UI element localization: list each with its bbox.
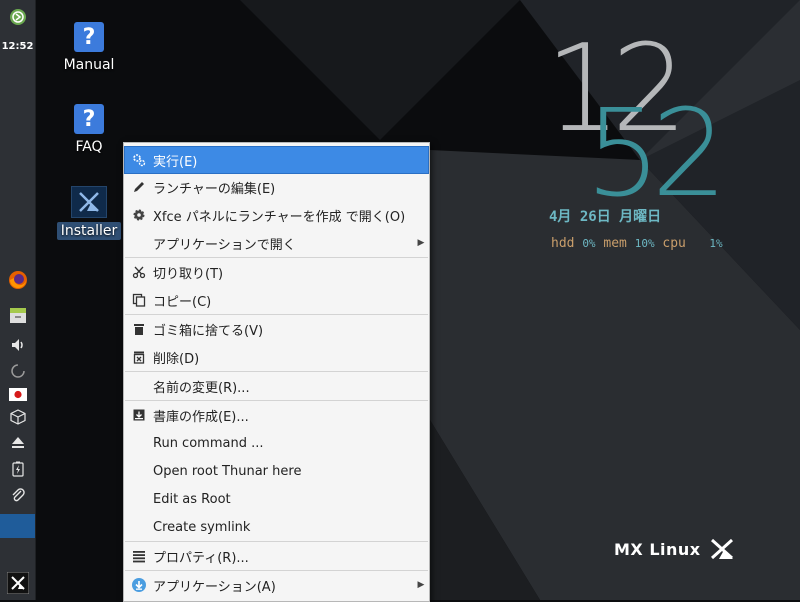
settings-gear-icon — [125, 202, 153, 228]
conky-minute: 52 — [585, 85, 728, 224]
desktop-icon-label: Installer — [56, 222, 122, 240]
network-spinner-icon[interactable] — [0, 360, 35, 382]
menu-item-label: プロパティ(R)... — [153, 550, 249, 566]
properties-list-icon — [125, 543, 153, 569]
package-box-icon[interactable] — [0, 406, 35, 428]
mx-updater-icon[interactable] — [0, 6, 35, 28]
menu-item-open-with[interactable]: アプリケーションで開く ▶ — [125, 230, 428, 256]
panel-clock[interactable]: 12:52 — [0, 38, 35, 54]
menu-item-label: アプリケーションで開く — [153, 237, 296, 253]
menu-item-run-command[interactable]: Run command ... — [125, 430, 428, 456]
menu-separator — [125, 400, 428, 401]
mem-value: 10% — [634, 237, 655, 250]
blank-icon-slot — [125, 373, 153, 399]
menu-item-label: 名前の変更(R)... — [153, 380, 250, 396]
mem-label: mem — [603, 236, 627, 251]
menu-item-create-archive[interactable]: 書庫の作成(E)... — [125, 402, 428, 428]
help-question-icon: ? — [74, 104, 104, 134]
menu-item-label: 削除(D) — [153, 351, 200, 367]
menu-separator — [125, 314, 428, 315]
keyboard-layout-jp-icon[interactable] — [0, 384, 35, 404]
pencil-edit-icon — [125, 174, 153, 200]
menu-item-create-panel-launcher[interactable]: Xfce パネルにランチャーを作成 で開く(O) — [125, 202, 428, 228]
clipboard-clip-icon[interactable] — [0, 484, 35, 506]
menu-item-applications[interactable]: アプリケーション(A) ▶ — [125, 572, 428, 598]
menu-separator — [125, 371, 428, 372]
menu-item-cut[interactable]: 切り取り(T) — [125, 259, 428, 285]
menu-item-label: 書庫の作成(E)... — [153, 409, 249, 425]
conky-stats: hdd 0% mem 10% cpu 1% — [551, 236, 723, 251]
menu-item-label: 実行(E) — [153, 154, 198, 170]
delete-icon — [125, 344, 153, 370]
blank-icon-slot — [125, 230, 153, 256]
side-panel: 12:52 — [0, 0, 36, 600]
menu-item-label: Edit as Root — [153, 491, 231, 507]
hdd-value: 0% — [582, 237, 596, 250]
hdd-label: hdd — [551, 236, 575, 251]
menu-separator — [125, 570, 428, 571]
desktop-icon-label: FAQ — [75, 139, 103, 155]
mx-linux-brand: MX Linux — [614, 538, 735, 560]
submenu-arrow-icon: ▶ — [417, 238, 425, 248]
menu-item-create-symlink[interactable]: Create symlink — [125, 514, 428, 540]
desktop-icon-installer[interactable]: Installer — [54, 186, 124, 240]
scissors-icon — [125, 259, 153, 285]
mx-installer-icon — [71, 186, 107, 218]
desktop-icon-manual[interactable]: ? Manual — [54, 22, 124, 74]
menu-item-label: アプリケーション(A) — [153, 579, 276, 595]
menu-item-delete[interactable]: 削除(D) — [125, 344, 428, 370]
copy-icon — [125, 287, 153, 313]
menu-item-label: ランチャーの編集(E) — [153, 181, 276, 197]
brand-text: MX Linux — [614, 539, 701, 559]
menu-item-label: Xfce パネルにランチャーを作成 で開く(O) — [153, 209, 406, 225]
menu-item-label: Open root Thunar here — [153, 463, 302, 479]
firefox-icon[interactable] — [0, 268, 35, 292]
applications-download-icon — [125, 572, 153, 598]
blank-icon-slot — [125, 514, 153, 540]
cpu-label: cpu — [662, 236, 686, 251]
archive-icon — [125, 402, 153, 428]
eject-icon[interactable] — [0, 431, 35, 453]
desktop-icon-faq[interactable]: ? FAQ — [54, 104, 124, 156]
volume-icon[interactable] — [0, 334, 35, 356]
blank-icon-slot — [125, 458, 153, 484]
menu-item-move-to-trash[interactable]: ゴミ箱に捨てる(V) — [125, 316, 428, 342]
desktop-icon-label: Manual — [63, 57, 115, 73]
menu-item-label: コピー(C) — [153, 294, 212, 310]
menu-item-edit-as-root[interactable]: Edit as Root — [125, 486, 428, 512]
file-manager-icon[interactable] — [0, 303, 35, 327]
conky-date: 4月 26日 月曜日 — [549, 209, 662, 225]
menu-item-copy[interactable]: コピー(C) — [125, 287, 428, 313]
menu-item-rename[interactable]: 名前の変更(R)... — [125, 373, 428, 399]
menu-item-properties[interactable]: プロパティ(R)... — [125, 543, 428, 569]
menu-item-label: 切り取り(T) — [153, 266, 224, 282]
trash-icon — [125, 316, 153, 342]
mx-menu-icon[interactable] — [0, 570, 35, 596]
menu-item-edit-launcher[interactable]: ランチャーの編集(E) — [125, 174, 428, 200]
execute-gear-icon — [125, 147, 153, 173]
menu-item-label: ゴミ箱に捨てる(V) — [153, 323, 264, 339]
cpu-value: 1% — [709, 237, 723, 250]
menu-item-open-root-thunar[interactable]: Open root Thunar here — [125, 458, 428, 484]
mx-logo-icon — [710, 538, 733, 560]
menu-separator — [125, 257, 428, 258]
submenu-arrow-icon: ▶ — [417, 580, 425, 590]
help-question-icon: ? — [74, 22, 104, 52]
menu-item-execute[interactable]: 実行(E) — [124, 146, 429, 174]
context-menu: 実行(E) ランチャーの編集(E) Xfce パネルにランチャーを作成 で開く(… — [123, 142, 430, 602]
blank-icon-slot — [125, 486, 153, 512]
blank-icon-slot — [125, 430, 153, 456]
power-battery-icon[interactable] — [0, 458, 35, 480]
menu-item-label: Run command ... — [153, 435, 264, 451]
active-task-indicator[interactable] — [0, 514, 35, 538]
menu-separator — [125, 541, 428, 542]
menu-item-label: Create symlink — [153, 519, 251, 535]
